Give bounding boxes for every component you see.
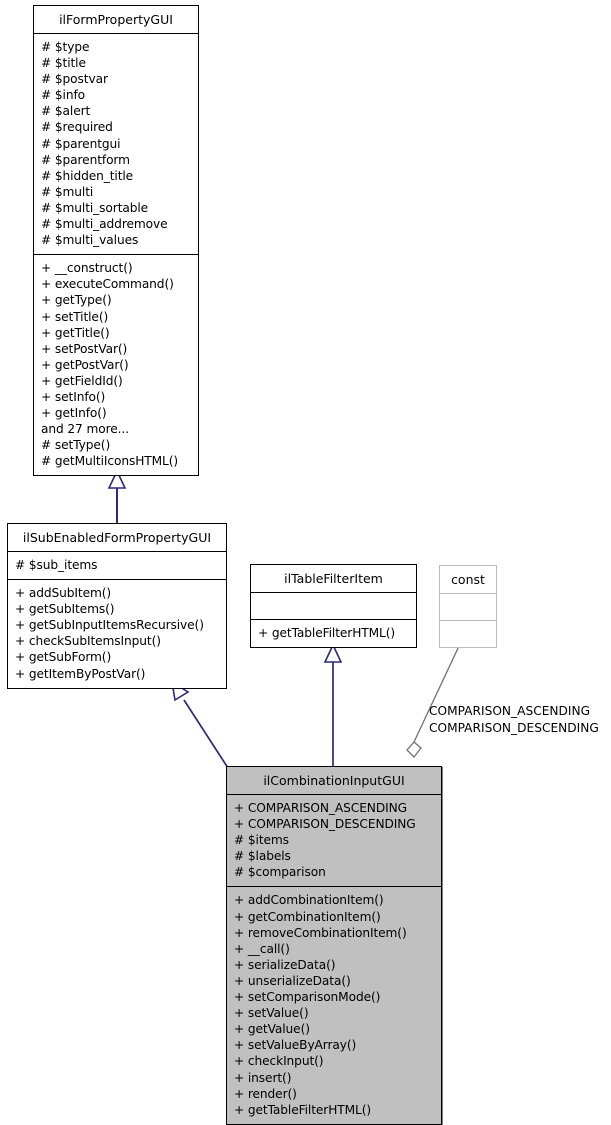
method-row: + getTitle() bbox=[41, 325, 110, 340]
uml-class-diagram: ilFormPropertyGUI # $type # $title # $po… bbox=[0, 0, 611, 1125]
attributes-compartment: + COMPARISON_ASCENDING + COMPARISON_DESC… bbox=[227, 795, 441, 886]
class-box-ilsubenabledformpropertygui[interactable]: ilSubEnabledFormPropertyGUI # $sub_items… bbox=[7, 523, 227, 689]
attribute-row: # $required bbox=[41, 120, 113, 135]
attribute-row: # $multi_addremove bbox=[41, 217, 168, 232]
method-row: + getSubForm() bbox=[15, 650, 112, 665]
method-row: + checkInput() bbox=[234, 1054, 324, 1069]
attribute-row: + COMPARISON_ASCENDING bbox=[234, 801, 407, 815]
method-row: + __call() bbox=[234, 941, 290, 956]
attribute-row: # $multi_values bbox=[41, 233, 139, 248]
method-row: + getCombinationItem() bbox=[234, 909, 381, 924]
method-row: + getItemByPostVar() bbox=[15, 666, 146, 681]
method-row: + removeCombinationItem() bbox=[234, 925, 407, 940]
attribute-row: # $info bbox=[41, 88, 85, 103]
attribute-row: # $comparison bbox=[234, 865, 326, 880]
attributes-compartment: # $sub_items bbox=[8, 552, 226, 579]
attribute-row: # $hidden_title bbox=[41, 168, 134, 183]
attribute-row: # $multi_sortable bbox=[41, 200, 149, 215]
methods-compartment: + getTableFilterHTML() bbox=[251, 620, 416, 647]
attribute-row: + COMPARISON_DESCENDING bbox=[234, 817, 416, 832]
inheritance-edge-combination-to-tablefilter bbox=[323, 643, 343, 768]
methods-compartment bbox=[440, 621, 496, 647]
attribute-row: # $labels bbox=[234, 849, 291, 864]
method-row: + getSubItems() bbox=[15, 602, 115, 617]
method-row: # setType() bbox=[41, 438, 111, 453]
class-title: ilTableFilterItem bbox=[284, 571, 383, 586]
method-row: and 27 more... bbox=[41, 422, 129, 437]
method-row: + getTableFilterHTML() bbox=[234, 1102, 372, 1117]
attribute-row: # $parentform bbox=[41, 152, 130, 167]
method-row: + setTitle() bbox=[41, 309, 109, 324]
method-row: + addSubItem() bbox=[15, 586, 112, 601]
method-row: + unserializeData() bbox=[234, 973, 351, 988]
aggregation-edge-label-line1: COMPARISON_ASCENDING bbox=[429, 704, 591, 718]
aggregation-edge-label: COMPARISON_ASCENDING COMPARISON_DESCENDI… bbox=[429, 703, 599, 736]
aggregation-edge-const-to-combination bbox=[406, 645, 460, 758]
method-row: + setComparisonMode() bbox=[234, 990, 381, 1005]
method-row: + getPostVar() bbox=[41, 357, 129, 372]
method-row: + checkSubItemsInput() bbox=[15, 634, 161, 649]
class-box-ilformpropertygui[interactable]: ilFormPropertyGUI # $type # $title # $po… bbox=[33, 5, 199, 477]
attribute-row: # $type bbox=[41, 40, 90, 54]
method-row: + getFieldId() bbox=[41, 373, 123, 388]
attribute-row: # $items bbox=[234, 833, 289, 848]
attribute-row: # $postvar bbox=[41, 72, 108, 87]
attributes-compartment bbox=[440, 594, 496, 620]
method-row: # getMultiIconsHTML() bbox=[41, 454, 179, 469]
methods-compartment: + addSubItem() + getSubItems() + getSubI… bbox=[8, 580, 226, 688]
class-box-ilcombinationinputgui[interactable]: ilCombinationInputGUI + COMPARISON_ASCEN… bbox=[226, 766, 442, 1125]
method-row: + getInfo() bbox=[41, 406, 107, 421]
inheritance-edge-combination-to-subenabled bbox=[170, 680, 229, 769]
class-title: const bbox=[451, 572, 485, 587]
method-row: + setValueByArray() bbox=[234, 1038, 357, 1053]
inheritance-edge-subenabled-to-formproperty bbox=[107, 469, 127, 523]
method-row: + setInfo() bbox=[41, 389, 106, 404]
class-box-iltablefilteritem[interactable]: ilTableFilterItem + getTableFilterHTML() bbox=[250, 564, 417, 649]
method-row: + getTableFilterHTML() bbox=[258, 626, 396, 640]
methods-compartment: + addCombinationItem() + getCombinationI… bbox=[227, 887, 441, 1123]
aggregation-edge-label-line2: COMPARISON_DESCENDING bbox=[429, 720, 599, 735]
method-row: + serializeData() bbox=[234, 957, 336, 972]
method-row: + executeCommand() bbox=[41, 277, 174, 292]
method-row: + setPostVar() bbox=[41, 341, 128, 356]
class-title: ilSubEnabledFormPropertyGUI bbox=[22, 530, 212, 545]
method-row: + setValue() bbox=[234, 1006, 309, 1021]
attribute-row: # $multi bbox=[41, 184, 94, 199]
method-row: + getValue() bbox=[234, 1022, 310, 1037]
attribute-row: # $sub_items bbox=[15, 558, 98, 572]
method-row: + getType() bbox=[41, 293, 112, 308]
attributes-compartment bbox=[251, 593, 416, 619]
attribute-row: # $parentgui bbox=[41, 136, 121, 151]
class-title: ilCombinationInputGUI bbox=[263, 773, 405, 788]
attribute-row: # $title bbox=[41, 56, 86, 71]
methods-compartment: + __construct() + executeCommand() + get… bbox=[34, 255, 198, 475]
class-title: ilFormPropertyGUI bbox=[59, 12, 173, 27]
attribute-row: # $alert bbox=[41, 104, 91, 119]
method-row: + insert() bbox=[234, 1070, 292, 1085]
attributes-compartment: # $type # $title # $postvar # $info # $a… bbox=[34, 34, 198, 254]
class-box-const[interactable]: const bbox=[439, 565, 497, 648]
method-row: + render() bbox=[234, 1086, 297, 1101]
method-row: + __construct() bbox=[41, 261, 133, 276]
method-row: + addCombinationItem() bbox=[234, 893, 384, 908]
method-row: + getSubInputItemsRecursive() bbox=[15, 618, 204, 633]
